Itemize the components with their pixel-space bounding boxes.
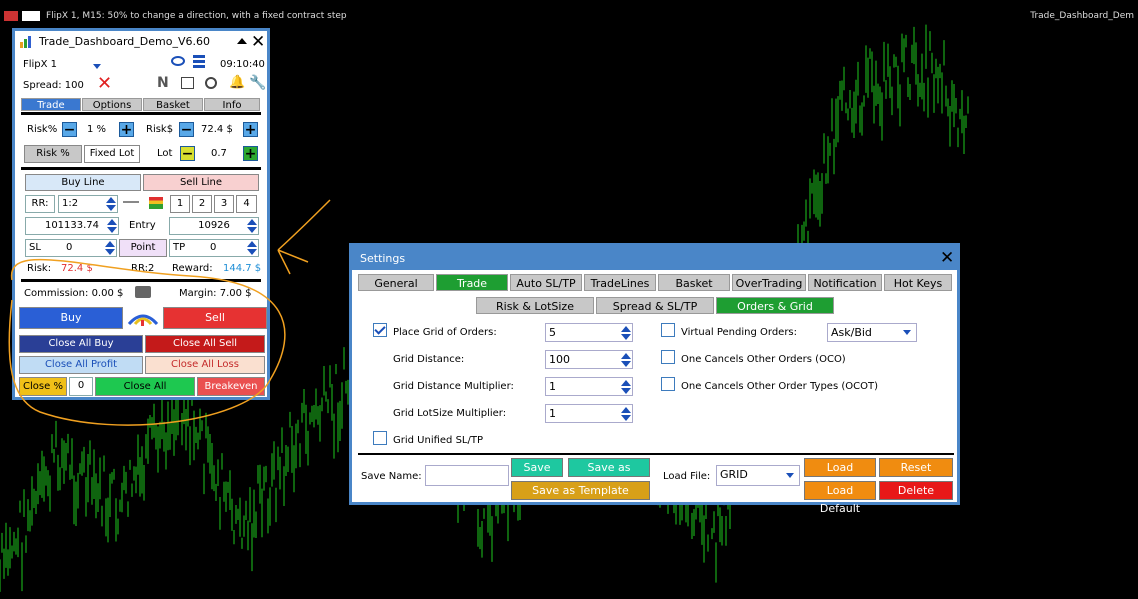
close-icon[interactable]: ✕ (940, 248, 954, 268)
load-file-select[interactable]: GRID (716, 465, 800, 486)
save-name-input[interactable] (425, 465, 509, 486)
tab-overtrading[interactable]: OverTrading (732, 274, 806, 291)
subtab-risk-lotsize[interactable]: Risk & LotSize (476, 297, 594, 314)
load-default-button[interactable]: Load Default (804, 481, 876, 515)
place-grid-value: 5 (549, 326, 556, 339)
oco-checkbox[interactable] (661, 350, 675, 364)
spinner-icon[interactable] (620, 379, 631, 395)
grid-unified-label: Grid Unified SL/TP (393, 435, 484, 446)
grid-distance-mult-input[interactable]: 1 (545, 377, 633, 396)
tab-basket[interactable]: Basket (658, 274, 730, 291)
settings-titlebar[interactable]: Settings ✕ (352, 246, 957, 270)
reset-button[interactable]: Reset (879, 458, 953, 477)
tab-notification[interactable]: Notification (808, 274, 882, 291)
spinner-icon[interactable] (620, 325, 631, 341)
virtual-pending-checkbox[interactable] (661, 323, 675, 337)
annotation-circle (8, 258, 286, 426)
subtab-orders-grid[interactable]: Orders & Grid (716, 297, 834, 314)
save-default-button[interactable]: Save as Default (568, 458, 650, 492)
tab-auto-sl-tp[interactable]: Auto SL/TP (510, 274, 582, 291)
grid-lot-mult-label: Grid LotSize Multiplier: (393, 408, 507, 419)
ocot-label: One Cancels Other Order Types (OCOT) (681, 381, 878, 392)
virtual-pending-value: Ask/Bid (831, 326, 872, 339)
grid-distance-mult-value: 1 (549, 380, 556, 393)
virtual-pending-select[interactable]: Ask/Bid (827, 323, 917, 342)
tab-hot-keys[interactable]: Hot Keys (884, 274, 952, 291)
grid-distance-label: Grid Distance: (393, 354, 465, 365)
place-grid-input[interactable]: 5 (545, 323, 633, 342)
spinner-icon[interactable] (620, 352, 631, 368)
grid-lot-mult-value: 1 (549, 407, 556, 420)
grid-lot-mult-input[interactable]: 1 (545, 404, 633, 423)
place-grid-checkbox[interactable] (373, 323, 387, 337)
chevron-down-icon[interactable] (903, 330, 911, 335)
annotation-arrow (277, 199, 331, 275)
tab-general[interactable]: General (358, 274, 434, 291)
divider (358, 453, 954, 455)
load-file-value: GRID (720, 468, 748, 481)
settings-title: Settings (360, 252, 406, 265)
place-grid-label: Place Grid of Orders: (393, 327, 497, 338)
save-button[interactable]: Save (511, 458, 563, 477)
grid-distance-mult-label: Grid Distance Multiplier: (393, 381, 514, 392)
save-template-button[interactable]: Save as Template (511, 481, 650, 500)
virtual-pending-label: Virtual Pending Orders: (681, 327, 798, 338)
save-name-label: Save Name: (361, 471, 422, 482)
oco-label: One Cancels Other Orders (OCO) (681, 354, 846, 365)
delete-button[interactable]: Delete (879, 481, 953, 500)
settings-dialog: Settings ✕ General Trade Auto SL/TP Trad… (349, 243, 960, 515)
load-button[interactable]: Load (804, 458, 876, 477)
grid-unified-checkbox[interactable] (373, 431, 387, 445)
tab-trade[interactable]: Trade (436, 274, 508, 291)
subtab-spread-sl-tp[interactable]: Spread & SL/TP (596, 297, 714, 314)
grid-distance-value: 100 (549, 353, 570, 366)
tab-tradelines[interactable]: TradeLines (584, 274, 656, 291)
load-file-label: Load File: (663, 471, 711, 482)
spinner-icon[interactable] (620, 406, 631, 422)
chevron-down-icon[interactable] (786, 473, 794, 478)
ocot-checkbox[interactable] (661, 377, 675, 391)
grid-distance-input[interactable]: 100 (545, 350, 633, 369)
